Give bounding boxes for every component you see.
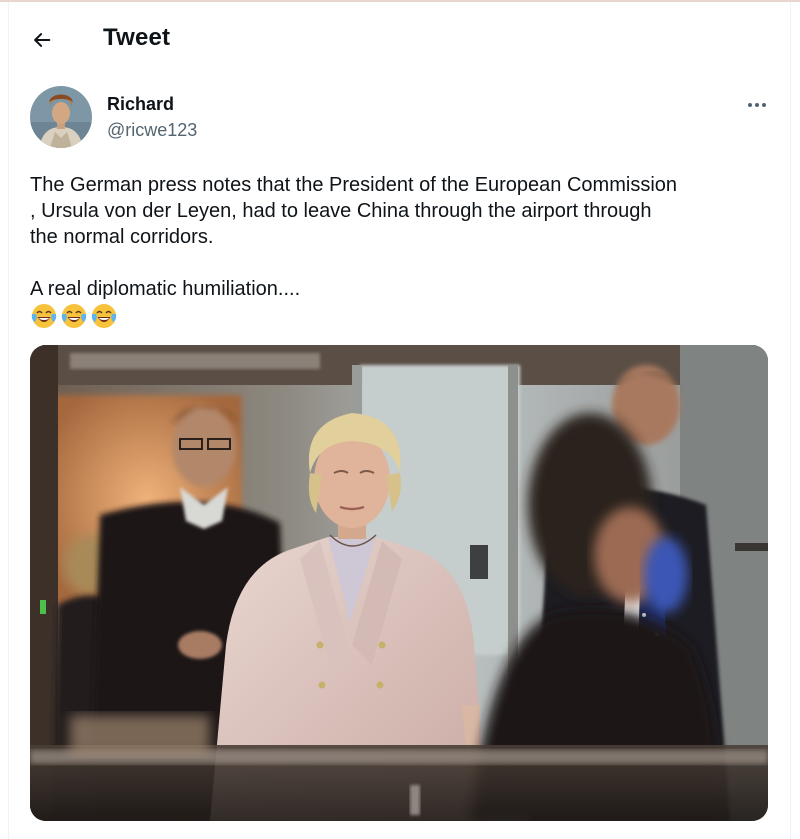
- tweet-header: Tweet: [0, 0, 800, 78]
- author-display-name[interactable]: Richard: [107, 94, 174, 115]
- back-button[interactable]: [24, 22, 60, 58]
- author-handle[interactable]: @ricwe123: [107, 120, 197, 141]
- avatar[interactable]: [30, 86, 92, 148]
- face-with-tears-of-joy-icon: [31, 304, 57, 328]
- more-options-button[interactable]: [740, 92, 774, 118]
- tweet-text-paragraph: A real diplomatic humiliation....: [30, 278, 301, 300]
- face-with-tears-of-joy-icon: [91, 304, 117, 328]
- more-horizontal-icon: [748, 103, 766, 107]
- tweet-text: The German press notes that the Presiden…: [30, 172, 780, 302]
- tweet-photo[interactable]: [30, 345, 768, 821]
- tweet-text-line: , Ursula von der Leyen, had to leave Chi…: [30, 200, 652, 222]
- emoji-row: [30, 302, 118, 330]
- page-title: Tweet: [103, 24, 171, 51]
- arrow-left-icon: [34, 33, 51, 47]
- tweet-text-line: The German press notes that the Presiden…: [30, 174, 678, 196]
- tweet-text-line: the normal corridors.: [30, 226, 214, 248]
- column-border-left: [8, 2, 9, 839]
- column-border-right: [790, 2, 791, 839]
- face-with-tears-of-joy-icon: [61, 304, 87, 328]
